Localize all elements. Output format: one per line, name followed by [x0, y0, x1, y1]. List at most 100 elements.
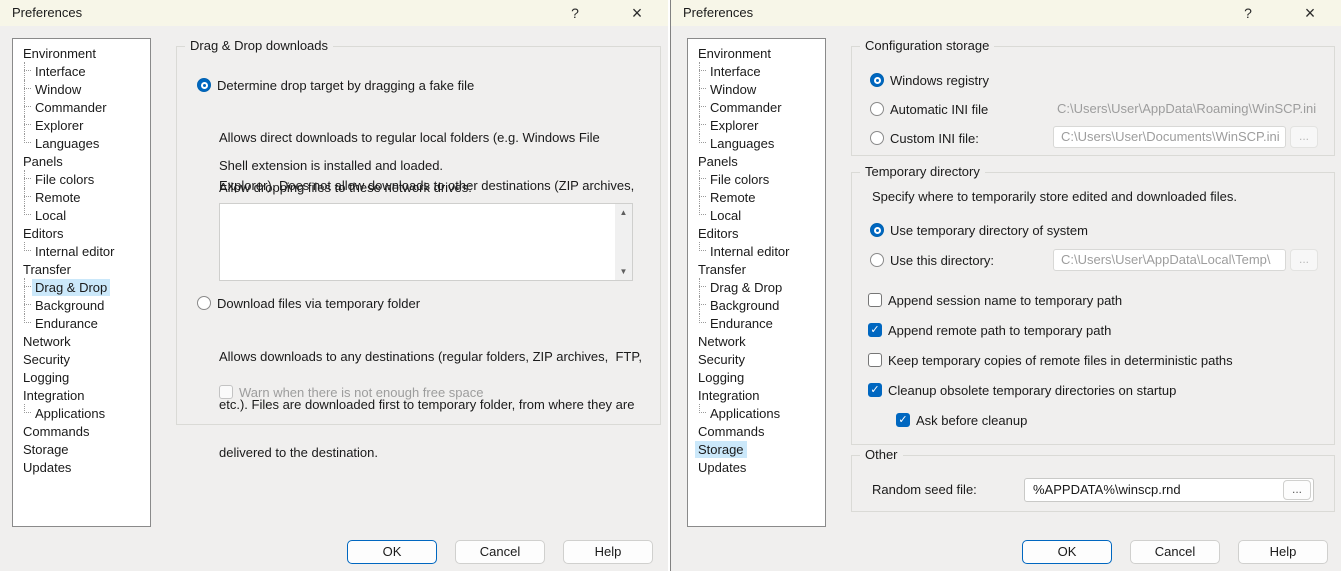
- tree-item-window[interactable]: Window: [13, 80, 150, 98]
- tree-item-label: Applications: [707, 405, 783, 422]
- tree-item-file-colors[interactable]: File colors: [13, 170, 150, 188]
- radio-use-system-temp[interactable]: Use temporary directory of system: [870, 222, 1088, 238]
- radio-label: Automatic INI file: [890, 102, 988, 117]
- tree-item-environment[interactable]: Environment: [13, 44, 150, 62]
- tree-item-logging[interactable]: Logging: [13, 368, 150, 386]
- tree-item-label: Internal editor: [32, 243, 118, 260]
- ok-button[interactable]: OK: [347, 540, 437, 564]
- listbox-scrollbar[interactable]: ▲ ▼: [615, 204, 632, 280]
- tree-item-languages[interactable]: Languages: [688, 134, 825, 152]
- tree-item-panels[interactable]: Panels: [13, 152, 150, 170]
- tree-item-label: Network: [695, 333, 749, 350]
- radio-label: Download files via temporary folder: [217, 296, 420, 311]
- tree-item-interface[interactable]: Interface: [688, 62, 825, 80]
- tree-item-network[interactable]: Network: [13, 332, 150, 350]
- close-icon[interactable]: ×: [624, 0, 650, 26]
- tree-item-languages[interactable]: Languages: [13, 134, 150, 152]
- random-seed-field[interactable]: %APPDATA%\winscp.rnd ...: [1024, 478, 1314, 502]
- tree-item-label: Storage: [20, 441, 72, 458]
- tree-item-applications[interactable]: Applications: [13, 404, 150, 422]
- checkbox-cleanup-obsolete[interactable]: ✓ Cleanup obsolete temporary directories…: [868, 382, 1176, 398]
- tree-item-storage[interactable]: Storage: [13, 440, 150, 458]
- help-button[interactable]: Help: [1238, 540, 1328, 564]
- network-drives-listbox[interactable]: ▲ ▼: [219, 203, 633, 281]
- checkbox-checked-icon: ✓: [896, 413, 910, 427]
- tree-item-integration[interactable]: Integration: [688, 386, 825, 404]
- tree-item-commands[interactable]: Commands: [688, 422, 825, 440]
- checkbox-keep-temporary-copies[interactable]: Keep temporary copies of remote files in…: [868, 352, 1233, 368]
- tree-item-integration[interactable]: Integration: [13, 386, 150, 404]
- tree-connector: [695, 206, 707, 224]
- tree-item-background[interactable]: Background: [688, 296, 825, 314]
- tree-item-commands[interactable]: Commands: [13, 422, 150, 440]
- ok-button[interactable]: OK: [1022, 540, 1112, 564]
- tree-item-commander[interactable]: Commander: [13, 98, 150, 116]
- checkbox-append-session-name[interactable]: Append session name to temporary path: [868, 292, 1122, 308]
- tree-item-transfer[interactable]: Transfer: [688, 260, 825, 278]
- tree-item-security[interactable]: Security: [688, 350, 825, 368]
- tree-item-endurance[interactable]: Endurance: [688, 314, 825, 332]
- browse-seed-button[interactable]: ...: [1283, 480, 1311, 500]
- tree-item-commander[interactable]: Commander: [688, 98, 825, 116]
- tree-item-file-colors[interactable]: File colors: [688, 170, 825, 188]
- tree-connector: [695, 242, 707, 260]
- tree-item-remote[interactable]: Remote: [688, 188, 825, 206]
- tree-item-drag-drop[interactable]: Drag & Drop: [688, 278, 825, 296]
- tree-item-remote[interactable]: Remote: [13, 188, 150, 206]
- radio-use-this-directory[interactable]: Use this directory:: [870, 252, 994, 268]
- tree-item-editors[interactable]: Editors: [13, 224, 150, 242]
- tree-connector: [20, 314, 32, 332]
- tree-item-label: Editors: [695, 225, 741, 242]
- tree-item-endurance[interactable]: Endurance: [13, 314, 150, 332]
- tree-item-updates[interactable]: Updates: [688, 458, 825, 476]
- group-title: Temporary directory: [860, 164, 985, 179]
- tree-item-window[interactable]: Window: [688, 80, 825, 98]
- radio-automatic-ini[interactable]: Automatic INI file: [870, 101, 988, 117]
- tree-item-security[interactable]: Security: [13, 350, 150, 368]
- checkbox-label: Keep temporary copies of remote files in…: [888, 353, 1233, 368]
- checkbox-append-remote-path[interactable]: ✓ Append remote path to temporary path: [868, 322, 1111, 338]
- tree-item-transfer[interactable]: Transfer: [13, 260, 150, 278]
- tree-item-background[interactable]: Background: [13, 296, 150, 314]
- checkbox-warn-free-space: Warn when there is not enough free space: [219, 384, 484, 400]
- tree-item-panels[interactable]: Panels: [688, 152, 825, 170]
- browse-custom-ini-button: ...: [1290, 126, 1318, 148]
- radio-download-via-temp[interactable]: Download files via temporary folder: [197, 295, 420, 311]
- cancel-button[interactable]: Cancel: [455, 540, 545, 564]
- radio-windows-registry[interactable]: Windows registry: [870, 72, 989, 88]
- tree-item-internal-editor[interactable]: Internal editor: [13, 242, 150, 260]
- tree-item-storage[interactable]: Storage: [688, 440, 825, 458]
- tree-item-explorer[interactable]: Explorer: [688, 116, 825, 134]
- use-this-directory-field: C:\Users\User\AppData\Local\Temp\: [1053, 249, 1286, 271]
- tree-item-editors[interactable]: Editors: [688, 224, 825, 242]
- help-icon[interactable]: ?: [562, 0, 588, 26]
- radio-custom-ini[interactable]: Custom INI file:: [870, 130, 979, 146]
- tree-item-environment[interactable]: Environment: [688, 44, 825, 62]
- custom-ini-path-field: C:\Users\User\Documents\WinSCP.ini: [1053, 126, 1286, 148]
- tree-item-applications[interactable]: Applications: [688, 404, 825, 422]
- tree-item-local[interactable]: Local: [13, 206, 150, 224]
- tree-item-logging[interactable]: Logging: [688, 368, 825, 386]
- help-button[interactable]: Help: [563, 540, 653, 564]
- checkbox-disabled-icon: [219, 385, 233, 399]
- radio-determine-drop-target[interactable]: Determine drop target by dragging a fake…: [197, 77, 474, 93]
- tree-item-internal-editor[interactable]: Internal editor: [688, 242, 825, 260]
- tree-item-interface[interactable]: Interface: [13, 62, 150, 80]
- cancel-button[interactable]: Cancel: [1130, 540, 1220, 564]
- checkbox-ask-before-cleanup[interactable]: ✓ Ask before cleanup: [896, 412, 1027, 428]
- tree-item-network[interactable]: Network: [688, 332, 825, 350]
- scroll-down-icon[interactable]: ▼: [615, 263, 632, 280]
- tree-item-updates[interactable]: Updates: [13, 458, 150, 476]
- tree-item-local[interactable]: Local: [688, 206, 825, 224]
- tree-connector: [695, 278, 707, 296]
- group-temporary-directory: Temporary directory Specify where to tem…: [851, 172, 1335, 445]
- tree-connector: [695, 80, 707, 98]
- tree-item-label: Interface: [32, 63, 89, 80]
- tree-item-explorer[interactable]: Explorer: [13, 116, 150, 134]
- scroll-up-icon[interactable]: ▲: [615, 204, 632, 221]
- tree-item-label: Environment: [695, 45, 774, 62]
- close-icon[interactable]: ×: [1297, 0, 1323, 26]
- help-icon[interactable]: ?: [1235, 0, 1261, 26]
- tree-item-drag-drop[interactable]: Drag & Drop: [13, 278, 150, 296]
- radio-label: Windows registry: [890, 73, 989, 88]
